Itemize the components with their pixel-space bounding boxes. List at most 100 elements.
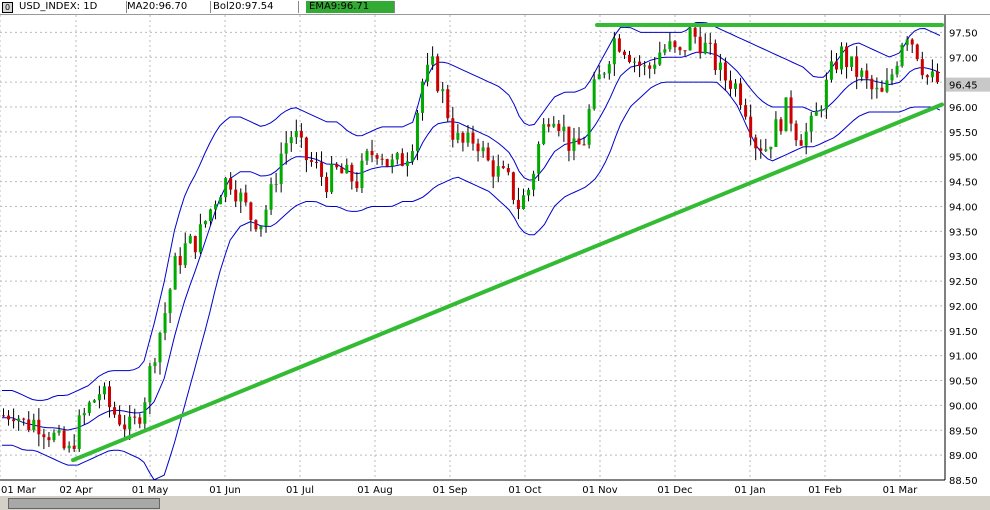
candle (527, 189, 531, 196)
candle (113, 407, 117, 415)
candle (723, 62, 727, 81)
candle (72, 445, 76, 450)
candle (47, 437, 51, 441)
candle (264, 209, 268, 227)
y-tick-label: 92.00 (949, 302, 978, 313)
candle (759, 148, 763, 151)
x-tick-label: 01 Sep (433, 485, 468, 496)
candle (845, 46, 849, 68)
candle (97, 394, 101, 401)
candle (456, 132, 460, 140)
chart-menu-icon[interactable]: 0 (2, 2, 13, 13)
candle (739, 83, 743, 106)
candle (734, 83, 738, 89)
candle (158, 332, 162, 363)
candle (163, 313, 167, 333)
candle (320, 162, 324, 177)
candle (885, 80, 889, 92)
ma-indicator-label[interactable]: MA20:96.70 (124, 1, 211, 13)
candle (340, 167, 344, 174)
candle (880, 87, 884, 92)
candle (304, 137, 308, 161)
candle (516, 199, 520, 209)
candle (628, 54, 631, 63)
candle (471, 132, 475, 144)
y-tick-label: 91.50 (949, 327, 978, 338)
candle (62, 430, 66, 449)
y-tick-label: 93.00 (949, 252, 978, 263)
candle (133, 416, 137, 418)
candle (622, 51, 626, 55)
candle (754, 137, 758, 149)
chart-header: 0 USD_INDEX: 1D MA20:96.70 Bol20:97.54 E… (0, 0, 990, 15)
candle (814, 111, 818, 116)
candle (597, 74, 601, 80)
candle (829, 61, 833, 80)
candle (698, 36, 702, 54)
candle (840, 46, 844, 70)
candle (713, 43, 717, 71)
candle (865, 70, 869, 79)
candle (12, 419, 16, 422)
candle (224, 178, 228, 198)
candle (446, 89, 450, 119)
candle (32, 419, 36, 431)
candle (708, 42, 712, 44)
candle (309, 160, 313, 162)
candle (153, 362, 157, 367)
x-tick-label: 01 Jan (734, 485, 765, 496)
candle (870, 78, 874, 90)
price-chart[interactable]: 97.5097.0096.5096.0095.5095.0094.5094.00… (0, 15, 990, 496)
candle (481, 147, 485, 152)
candle (436, 56, 440, 92)
candle (547, 124, 551, 127)
candle (249, 202, 253, 221)
bollinger-mid-band (2, 51, 941, 431)
candle (895, 65, 899, 75)
candle (824, 79, 828, 110)
candle (325, 176, 329, 193)
candle (673, 41, 677, 48)
candle (789, 97, 793, 124)
candle (633, 61, 637, 63)
symbol-label[interactable]: USD_INDEX: 1D (16, 1, 127, 13)
candle (143, 402, 147, 424)
candle (274, 184, 278, 186)
candle (17, 418, 21, 422)
candle (915, 44, 919, 60)
candle (299, 130, 303, 138)
candle (850, 56, 854, 68)
candle (567, 126, 571, 151)
ema-indicator-label[interactable]: EMA9:96.71 (306, 1, 395, 13)
candle (294, 130, 298, 138)
candle (284, 143, 288, 154)
y-tick-label: 90.50 (949, 377, 978, 388)
candle (279, 153, 283, 185)
candle (744, 105, 748, 117)
candle (42, 434, 46, 438)
x-tick-label: 01 Jul (286, 485, 314, 496)
candle (52, 432, 56, 441)
candle (203, 220, 207, 225)
bollinger-indicator-label[interactable]: Bol20:97.54 (210, 1, 299, 13)
candle (87, 402, 91, 413)
y-tick-label: 89.50 (949, 426, 978, 437)
candle (421, 81, 425, 113)
y-tick-label: 97.50 (949, 28, 978, 39)
candle (638, 61, 642, 67)
candle (900, 44, 904, 66)
candle (749, 116, 753, 138)
candle (562, 126, 566, 132)
candle (607, 64, 611, 74)
candle (400, 153, 404, 166)
candle (410, 151, 414, 162)
candle (198, 224, 202, 253)
candle (506, 168, 510, 173)
candle (254, 220, 258, 230)
candle (57, 430, 61, 433)
candle (138, 417, 142, 424)
candle (234, 189, 238, 202)
candle (178, 256, 182, 266)
horizontal-scrollbar[interactable] (8, 498, 160, 509)
candle (461, 132, 465, 143)
